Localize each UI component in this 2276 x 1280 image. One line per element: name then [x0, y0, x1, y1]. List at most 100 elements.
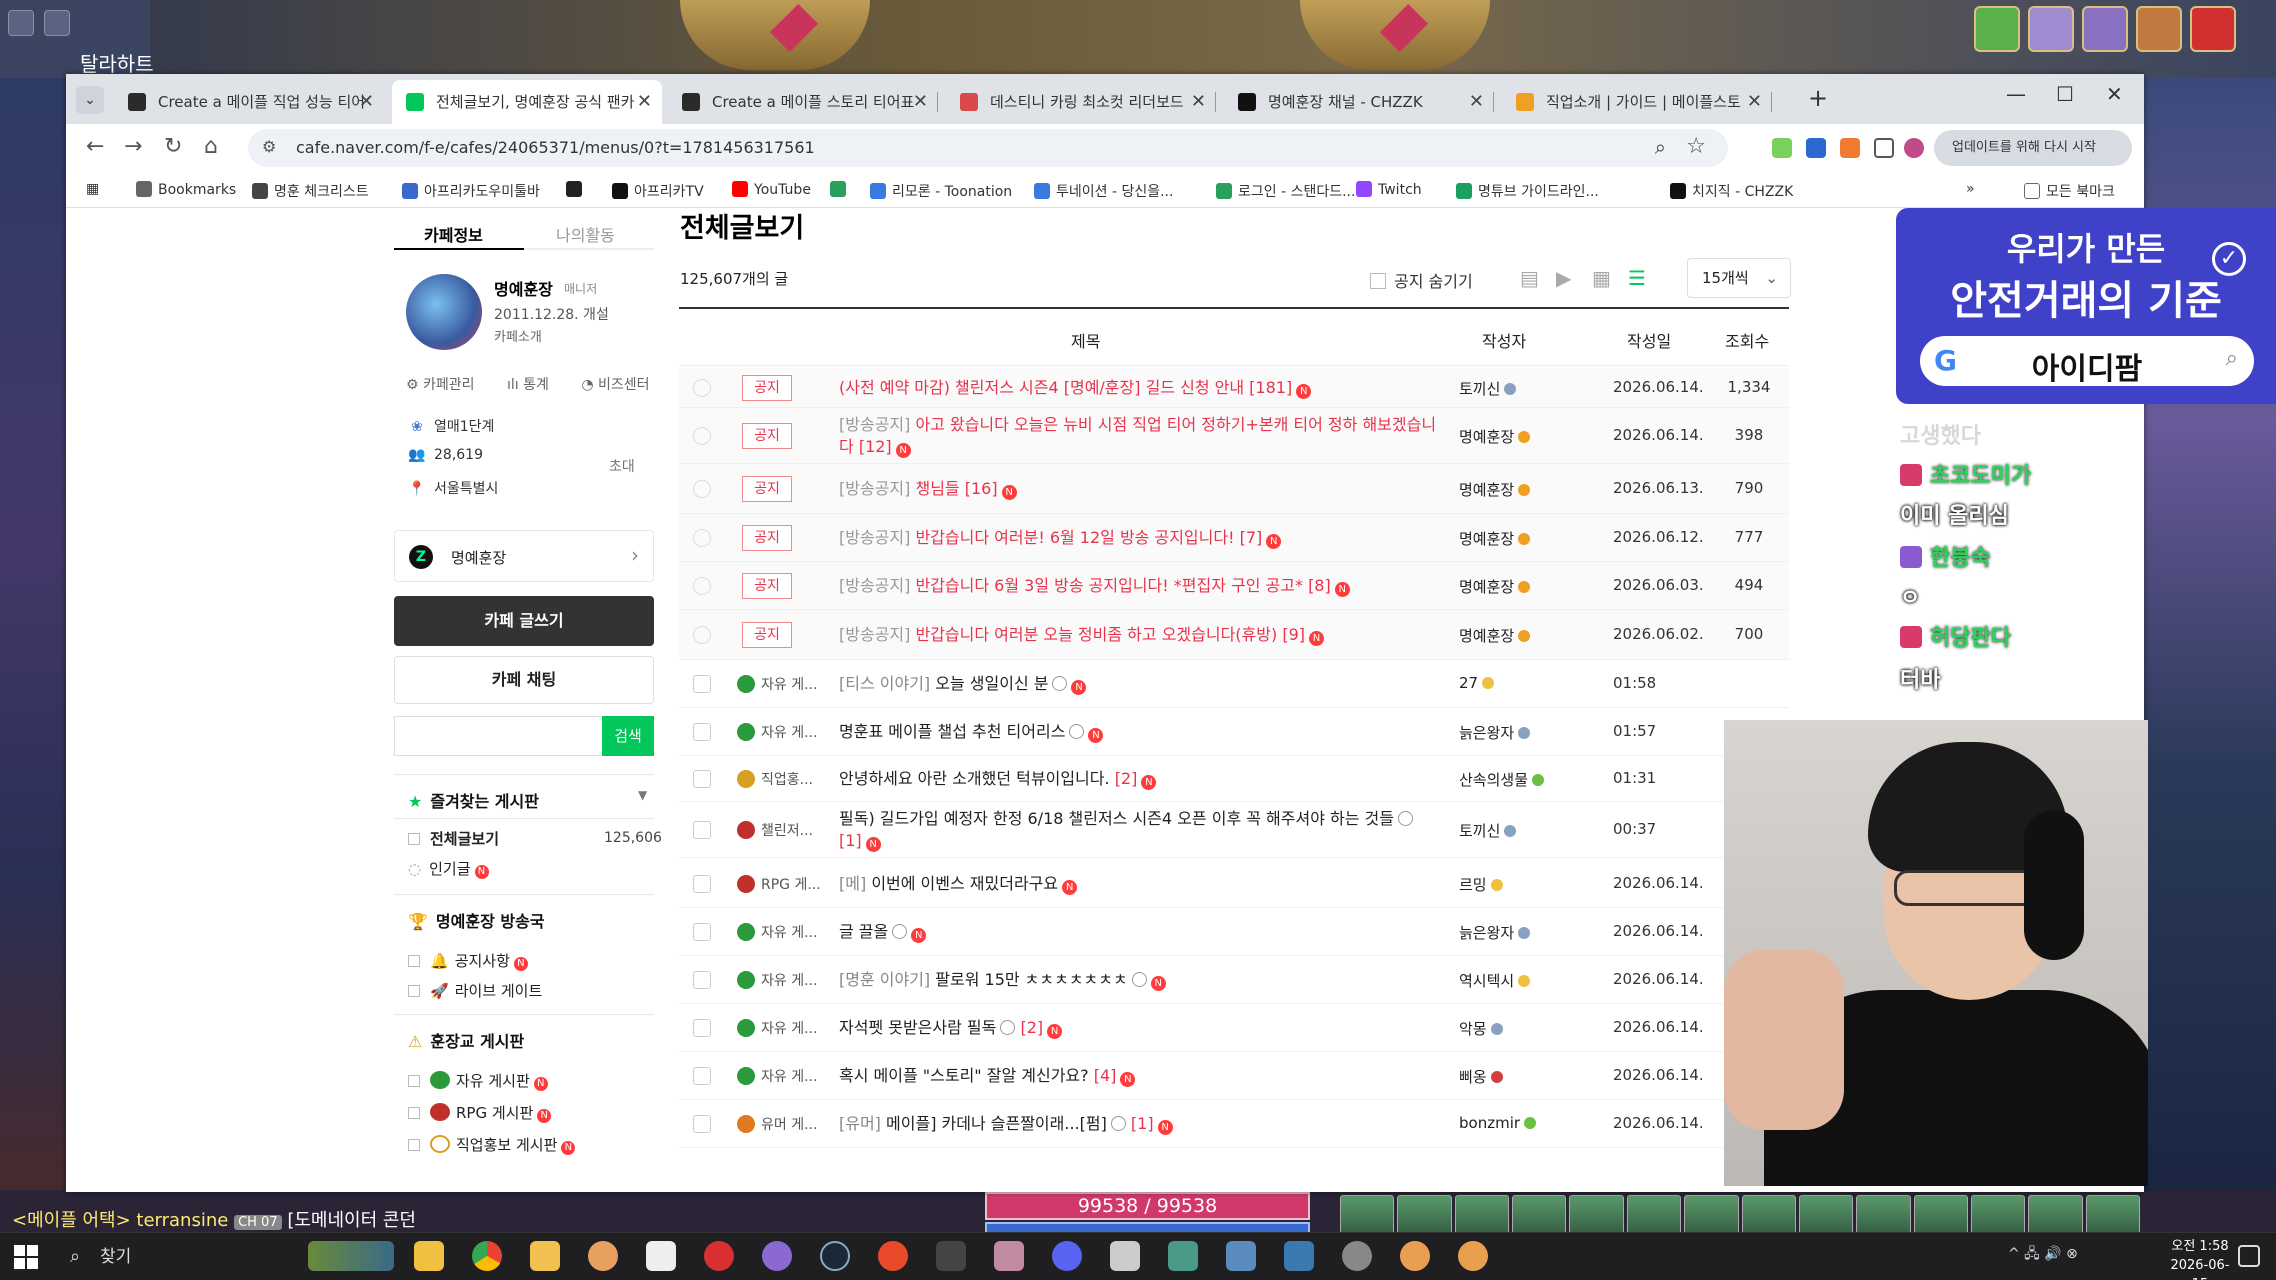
post-title-link[interactable]: [방송공지] 반갑습니다 여러분! 6월 12일 방송 공지입니다! [7] N: [839, 527, 1439, 549]
post-row[interactable]: RPG 게... [메] 이번에 이벤스 재밌더라구요 N 르밍 2026.06.14.…: [679, 860, 1789, 908]
bookmark-item[interactable]: 아프리카TV: [612, 181, 704, 201]
chrome-icon[interactable]: [472, 1241, 502, 1271]
cafe-search-input[interactable]: [394, 716, 602, 756]
post-row[interactable]: 자유 게... 글 끌올 N 늙은왕자 2026.06.14.: [679, 908, 1789, 956]
browser-tab[interactable]: 전체글보기, 명예훈장 공식 팬카 ✕: [392, 80, 662, 124]
post-row[interactable]: 챌린저... 필독) 길드가입 예정자 한정 6/18 챌린저스 시즌4 오픈 이…: [679, 802, 1789, 858]
post-row[interactable]: 공지 [방송공지] 아고 왔습니다 오늘은 뉴비 시점 직업 티어 정하기+본캐 …: [679, 408, 1789, 464]
row-checkbox[interactable]: [693, 723, 711, 741]
bookmark-item[interactable]: [830, 181, 852, 198]
comment-count[interactable]: [4]: [1094, 1066, 1117, 1085]
bookmark-item[interactable]: 명튜브 가이드라인...: [1456, 181, 1599, 201]
browser-tab[interactable]: 명예훈장 채널 - CHZZK ✕: [1224, 80, 1494, 124]
post-author[interactable]: 토끼신: [1459, 820, 1517, 841]
ad-search-box[interactable]: G 아이디팜 ⌕: [1920, 336, 2254, 387]
apps-grid-icon[interactable]: ▦: [86, 181, 99, 197]
comment-count[interactable]: [1]: [1131, 1114, 1154, 1133]
row-checkbox[interactable]: [693, 1019, 711, 1037]
post-title-link[interactable]: [방송공지] 반갑습니다 여러분 오늘 정비좀 하고 오겠습니다(휴방) [9]…: [839, 624, 1439, 646]
post-author[interactable]: 명예훈장: [1459, 528, 1531, 549]
board-all-posts[interactable]: 전체글보기: [408, 828, 499, 849]
game-icon[interactable]: [1974, 6, 2020, 52]
post-author[interactable]: 늙은왕자: [1459, 922, 1531, 943]
steam-icon[interactable]: [820, 1241, 850, 1271]
all-bookmarks[interactable]: 모든 북마크: [2024, 181, 2115, 201]
post-author[interactable]: 명예훈장: [1459, 625, 1531, 646]
board-rpg[interactable]: RPG 게시판 N: [408, 1102, 552, 1123]
post-title-link[interactable]: [방송공지] 반갑습니다 6월 3일 방송 공지입니다! *편집자 구인 공고*…: [839, 575, 1439, 597]
post-row[interactable]: 공지 [방송공지] 챙님들 [16] N 명예훈장 2026.06.13. 790: [679, 464, 1789, 514]
post-author[interactable]: 르밍: [1459, 874, 1503, 895]
ad-banner[interactable]: 우리가 만든 안전거래의 기준 ✓ G 아이디팜 ⌕: [1896, 208, 2276, 404]
row-category[interactable]: 자유 게...: [737, 922, 817, 942]
post-title-link[interactable]: [방송공지] 챙님들 [16] N: [839, 478, 1439, 500]
taskbar-app-icon[interactable]: [1284, 1241, 1314, 1271]
site-info-icon[interactable]: ⚙: [262, 137, 276, 156]
url-text[interactable]: cafe.naver.com/f-e/cafes/24065371/menus/…: [296, 138, 815, 157]
bookmark-item[interactable]: 로그인 - 스탠다드...: [1216, 181, 1355, 201]
row-category[interactable]: 자유 게...: [737, 674, 817, 694]
post-row[interactable]: 공지 [방송공지] 반갑습니다 여러분 오늘 정비좀 하고 오겠습니다(휴방) […: [679, 610, 1789, 660]
post-author[interactable]: 역시텍시: [1459, 970, 1531, 991]
per-page-select[interactable]: 15개씩 ⌄: [1687, 258, 1791, 298]
settings-gear-icon[interactable]: [1342, 1241, 1372, 1271]
comment-count[interactable]: [2]: [1115, 769, 1138, 788]
taskbar-app-icon[interactable]: [1226, 1241, 1256, 1271]
cafe-manage-link[interactable]: ⚙ 카페관리: [406, 377, 489, 393]
post-title-link[interactable]: (사전 예약 마감) 챌린저스 시즌4 [명예/훈장] 길드 신청 안내 [18…: [839, 377, 1439, 399]
comment-count[interactable]: [7]: [1240, 528, 1263, 547]
taskbar-app-icon[interactable]: [414, 1241, 444, 1271]
post-title-link[interactable]: [명훈 이야기] 팔로워 15만 ㅊㅊㅊㅊㅊㅊㅊ N: [839, 969, 1439, 991]
row-checkbox[interactable]: [693, 626, 711, 644]
reload-icon[interactable]: ↻: [164, 134, 182, 159]
game-icon[interactable]: [2136, 6, 2182, 52]
video-view-icon[interactable]: ▶: [1556, 266, 1571, 290]
post-author[interactable]: 명예훈장: [1459, 426, 1531, 447]
post-row[interactable]: 자유 게...자석펫 못받은사람 필독 [2]N악몽2026.06.14.182: [679, 1004, 1789, 1052]
taskbar-app-icon[interactable]: [588, 1241, 618, 1271]
notification-icon[interactable]: [2238, 1245, 2260, 1267]
post-author[interactable]: bonzmir: [1459, 1114, 1537, 1132]
post-title-link[interactable]: 안녕하세요 아란 소개했던 턱뷰이입니다. [2] N: [839, 768, 1439, 790]
row-category[interactable]: 자유 게...: [737, 970, 817, 990]
post-author[interactable]: 산속의생물: [1459, 769, 1545, 790]
system-tray[interactable]: ^ 🖧 🔊 ⊗: [2008, 1243, 2078, 1267]
cafe-intro-link[interactable]: 카페소개: [494, 326, 542, 345]
post-author[interactable]: 27: [1459, 674, 1495, 692]
post-row[interactable]: 직업홍... 안녕하세요 아란 소개했던 턱뷰이입니다. [2] N 산속의생물 01:…: [679, 756, 1789, 802]
post-row[interactable]: 자유 게...명훈표 메이플 챌섭 추천 티어리스N늙은왕자01:574: [679, 708, 1789, 756]
post-row[interactable]: 공지 [방송공지] 반갑습니다 6월 3일 방송 공지입니다! *편집자 구인 공…: [679, 562, 1789, 610]
row-category[interactable]: 자유 게...: [737, 1018, 817, 1038]
extension-icon[interactable]: [1840, 138, 1860, 158]
bookmark-item[interactable]: YouTube: [732, 181, 811, 198]
close-tab-icon[interactable]: ✕: [637, 80, 652, 124]
board-job-promo[interactable]: 직업홍보 게시판 N: [408, 1134, 576, 1155]
bookmark-item[interactable]: 명훈 체크리스트: [252, 181, 369, 201]
extension-icon[interactable]: [1772, 138, 1792, 158]
post-title-link[interactable]: [메] 이번에 이벤스 재밌더라구요 N: [839, 873, 1439, 895]
taskbar-app-icon[interactable]: [1400, 1241, 1430, 1271]
biz-center-link[interactable]: ◔ 비즈센터: [581, 377, 663, 393]
post-author[interactable]: 늙은왕자: [1459, 722, 1531, 743]
grid-view-icon[interactable]: ▦: [1592, 266, 1611, 290]
close-tab-icon[interactable]: ✕: [913, 80, 928, 124]
comment-count[interactable]: [9]: [1282, 625, 1305, 644]
game-icon[interactable]: [2082, 6, 2128, 52]
post-row[interactable]: 유머 게... [유머] 메이플] 카데나 슬픈짤이래...[펌] [1] N bon…: [679, 1100, 1789, 1148]
row-checkbox[interactable]: [693, 480, 711, 498]
bookmark-star-icon[interactable]: ☆: [1686, 134, 1706, 159]
row-checkbox[interactable]: [693, 1115, 711, 1133]
taskbar-clock[interactable]: 오전 1:582026-06-15: [2168, 1237, 2232, 1280]
cafe-chat-button[interactable]: 카페 채팅: [394, 656, 654, 704]
comment-count[interactable]: [8]: [1308, 576, 1331, 595]
row-checkbox[interactable]: [693, 971, 711, 989]
invite-link[interactable]: 초대: [609, 456, 635, 476]
row-category[interactable]: RPG 게...: [737, 874, 821, 894]
cafe-write-button[interactable]: 카페 글쓰기: [394, 596, 654, 646]
bookmark-item[interactable]: 리모론 - Toonation: [870, 181, 1012, 201]
post-title-link[interactable]: 필독) 길드가입 예정자 한정 6/18 챌린저스 시즌4 오픈 이후 꼭 해주…: [839, 808, 1439, 852]
row-checkbox[interactable]: [693, 770, 711, 788]
bookmark-item[interactable]: Twitch: [1356, 181, 1422, 198]
stats-link[interactable]: ılı 통계: [507, 377, 563, 393]
forward-icon[interactable]: →: [124, 134, 142, 159]
